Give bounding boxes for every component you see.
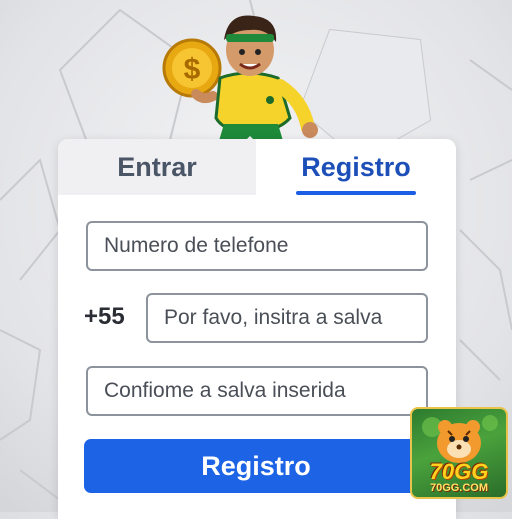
password-input[interactable] xyxy=(146,293,428,343)
confirm-password-input[interactable] xyxy=(86,366,428,416)
tab-register[interactable]: Registro xyxy=(256,139,456,195)
register-card: Entrar Registro +55 Registro xyxy=(58,139,456,519)
brand-badge[interactable]: 70GG 70GG.COM xyxy=(410,407,508,499)
gold-coin-icon: $ xyxy=(162,38,222,98)
auth-tabs: Entrar Registro xyxy=(58,139,456,195)
country-code-prefix: +55 xyxy=(84,303,125,330)
register-submit-button[interactable]: Registro xyxy=(84,439,428,493)
active-tab-indicator xyxy=(296,191,416,195)
tab-login[interactable]: Entrar xyxy=(58,139,256,195)
svg-text:$: $ xyxy=(184,53,201,86)
mascot-player-illustration: $ xyxy=(162,15,318,144)
brand-badge-site: 70GG.COM xyxy=(429,482,489,494)
phone-input[interactable] xyxy=(86,221,428,271)
